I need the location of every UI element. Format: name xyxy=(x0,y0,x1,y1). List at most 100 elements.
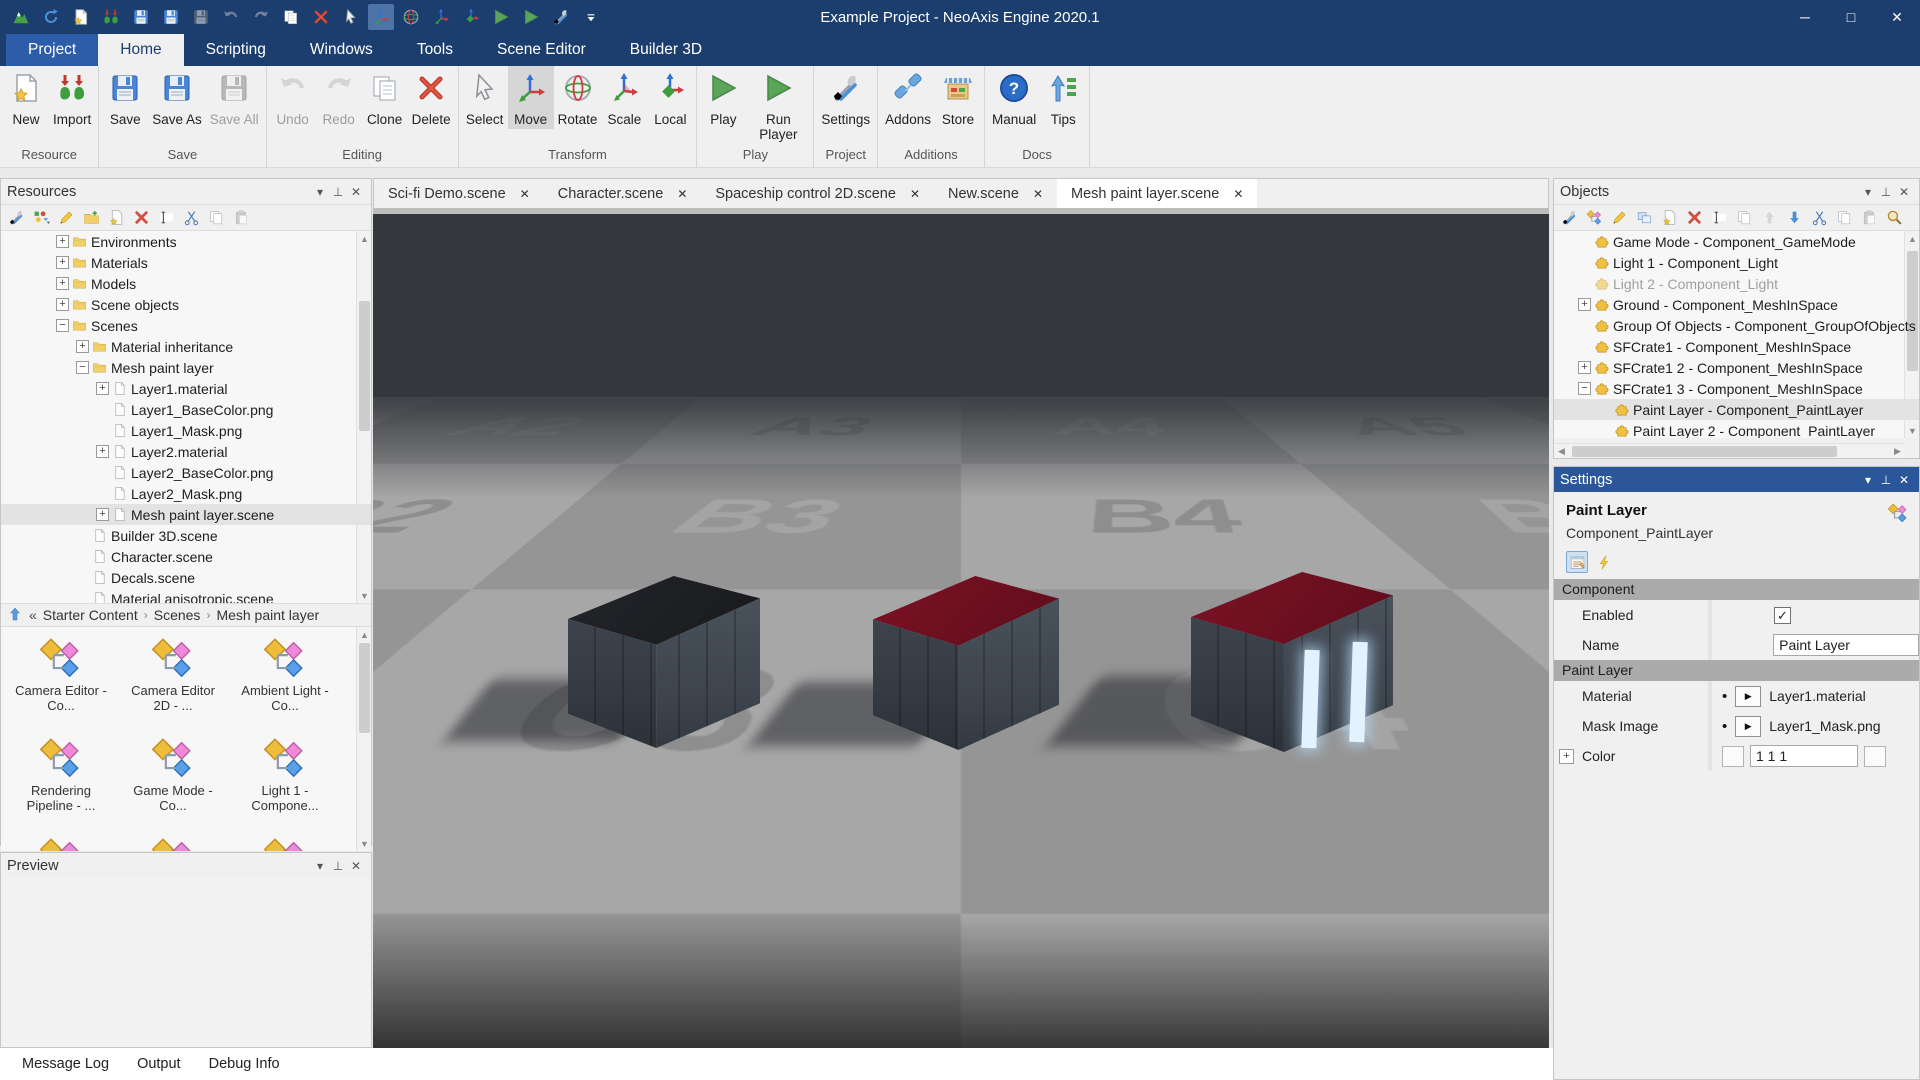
resources-tree-item[interactable]: +Scene objects xyxy=(1,294,371,315)
save-as-button[interactable]: Save As xyxy=(148,66,206,129)
minimize-button[interactable]: ─ xyxy=(1782,0,1828,34)
pin-icon[interactable]: ⊥ xyxy=(1877,471,1895,489)
resource-thumbnail[interactable]: Ambient Light - Co... xyxy=(233,635,337,713)
chevron-down-icon[interactable]: ▾ xyxy=(1859,471,1877,489)
save-button[interactable]: Save xyxy=(102,66,148,129)
objects-hscrollbar[interactable]: ◀ ▶ xyxy=(1554,443,1905,458)
chevron-down-icon[interactable]: ▾ xyxy=(311,183,329,201)
collapse-breadcrumb-icon[interactable]: « xyxy=(29,607,37,623)
resources-tree-item[interactable]: +Environments xyxy=(1,231,371,252)
close-tab-icon[interactable]: ✕ xyxy=(1033,187,1043,201)
close-icon[interactable]: ✕ xyxy=(347,183,365,201)
close-tab-icon[interactable]: ✕ xyxy=(910,187,920,201)
rename-icon[interactable] xyxy=(1708,207,1730,229)
resource-thumbnail[interactable]: Camera Editor 2D - ... xyxy=(121,635,225,713)
scroll-left-icon[interactable]: ◀ xyxy=(1554,444,1569,459)
objects-tree-item[interactable]: Paint Layer 2 - Component_PaintLayer xyxy=(1554,420,1919,438)
resources-tree-item[interactable]: Decals.scene xyxy=(1,567,371,588)
reference-dropdown-button[interactable]: ▶ xyxy=(1735,686,1761,707)
pin-icon[interactable]: ⊥ xyxy=(1877,183,1895,201)
objects-tree-item[interactable]: Light 2 - Component_Light xyxy=(1554,273,1919,294)
clone-icon[interactable] xyxy=(278,4,304,30)
resources-tree-item[interactable]: +Material inheritance xyxy=(1,336,371,357)
expand-icon[interactable]: + xyxy=(1578,361,1591,374)
resources-tree-item[interactable]: Material anisotropic.scene xyxy=(1,588,371,603)
crate-red-top-glow[interactable] xyxy=(1191,572,1393,752)
close-button[interactable]: ✕ xyxy=(1874,0,1920,34)
scale-icon[interactable] xyxy=(428,4,454,30)
document-tab[interactable]: Mesh paint layer.scene✕ xyxy=(1057,179,1257,208)
save-icon[interactable] xyxy=(128,4,154,30)
new-object-icon[interactable] xyxy=(1658,207,1680,229)
events-icon[interactable] xyxy=(1593,551,1615,573)
delete-icon[interactable] xyxy=(130,207,152,229)
pin-icon[interactable]: ⊥ xyxy=(329,183,347,201)
neoaxis-logo-icon[interactable] xyxy=(8,4,34,30)
resources-tree-item[interactable]: −Mesh paint layer xyxy=(1,357,371,378)
expand-icon[interactable]: + xyxy=(76,340,89,353)
resources-tree-item[interactable]: Layer2_Mask.png xyxy=(1,483,371,504)
close-icon[interactable]: ✕ xyxy=(1895,183,1913,201)
scroll-down-icon[interactable]: ▼ xyxy=(357,836,371,851)
expand-icon[interactable]: + xyxy=(1578,298,1591,311)
close-tab-icon[interactable]: ✕ xyxy=(677,187,687,201)
manual-button[interactable]: ?Manual xyxy=(988,66,1040,129)
filter-icon[interactable] xyxy=(30,207,52,229)
settings-icon[interactable] xyxy=(5,207,27,229)
save-all-button[interactable]: Save All xyxy=(206,66,263,129)
reference-dropdown-button[interactable]: ▶ xyxy=(1735,716,1761,737)
grid-scrollbar[interactable]: ▲ ▼ xyxy=(356,627,371,851)
expand-icon[interactable]: + xyxy=(96,445,109,458)
rotate-icon[interactable] xyxy=(398,4,424,30)
undo-button[interactable]: Undo xyxy=(270,66,316,129)
clone-button[interactable]: Clone xyxy=(362,66,408,129)
select-icon[interactable] xyxy=(338,4,364,30)
objects-tree-item[interactable]: Light 1 - Component_Light xyxy=(1554,252,1919,273)
expand-icon[interactable]: + xyxy=(96,382,109,395)
select-button[interactable]: Select xyxy=(462,66,508,129)
document-tab[interactable]: Sci-fi Demo.scene✕ xyxy=(374,179,544,208)
objects-tree-item[interactable]: +Ground - Component_MeshInSpace xyxy=(1554,294,1919,315)
paste-icon[interactable] xyxy=(230,207,252,229)
collapse-icon[interactable]: − xyxy=(56,319,69,332)
delete-icon[interactable] xyxy=(1683,207,1705,229)
resources-tree-item[interactable]: Layer1_Mask.png xyxy=(1,420,371,441)
move-up-icon[interactable] xyxy=(1758,207,1780,229)
resource-thumbnail[interactable] xyxy=(121,835,225,851)
document-tab[interactable]: Spaceship control 2D.scene✕ xyxy=(701,179,934,208)
new-icon[interactable] xyxy=(68,4,94,30)
color-picker-button[interactable] xyxy=(1864,746,1886,767)
save-all-icon[interactable] xyxy=(188,4,214,30)
ribbon-tab-scene-editor[interactable]: Scene Editor xyxy=(475,34,608,66)
store-button[interactable]: Store xyxy=(935,66,981,129)
tips-button[interactable]: Tips xyxy=(1040,66,1086,129)
redo-button[interactable]: Redo xyxy=(316,66,362,129)
resources-tree-item[interactable]: Character.scene xyxy=(1,546,371,567)
crate-dark-top[interactable] xyxy=(568,576,760,748)
resources-tree-item[interactable]: +Layer1.material xyxy=(1,378,371,399)
ribbon-tab-tools[interactable]: Tools xyxy=(395,34,475,66)
ribbon-tab-windows[interactable]: Windows xyxy=(288,34,395,66)
ribbon-tab-project[interactable]: Project xyxy=(6,34,98,66)
ribbon-tab-scripting[interactable]: Scripting xyxy=(184,34,288,66)
close-tab-icon[interactable]: ✕ xyxy=(520,187,530,201)
scale-button[interactable]: Scale xyxy=(601,66,647,129)
expand-icon[interactable]: + xyxy=(56,235,69,248)
objects-tree-item[interactable]: −SFCrate1 3 - Component_MeshInSpace xyxy=(1554,378,1919,399)
cut-icon[interactable] xyxy=(180,207,202,229)
color-input[interactable]: 1 1 1 xyxy=(1750,745,1858,767)
objects-tree-item[interactable]: +SFCrate1 2 - Component_MeshInSpace xyxy=(1554,357,1919,378)
close-icon[interactable]: ✕ xyxy=(1895,471,1913,489)
color-preview[interactable] xyxy=(1722,746,1744,767)
expand-icon[interactable]: + xyxy=(56,256,69,269)
component-icon[interactable] xyxy=(1583,207,1605,229)
resources-tree-item[interactable]: Layer1_BaseColor.png xyxy=(1,399,371,420)
settings-icon[interactable] xyxy=(1558,207,1580,229)
resource-thumbnail[interactable] xyxy=(233,835,337,851)
pin-icon[interactable]: ⊥ xyxy=(329,857,347,875)
resource-thumbnail[interactable]: Camera Editor - Co... xyxy=(9,635,113,713)
chevron-down-icon[interactable]: ▾ xyxy=(311,857,329,875)
crate-red-top[interactable] xyxy=(873,576,1059,750)
local-button[interactable]: Local xyxy=(647,66,693,129)
scroll-up-icon[interactable]: ▲ xyxy=(357,627,371,642)
